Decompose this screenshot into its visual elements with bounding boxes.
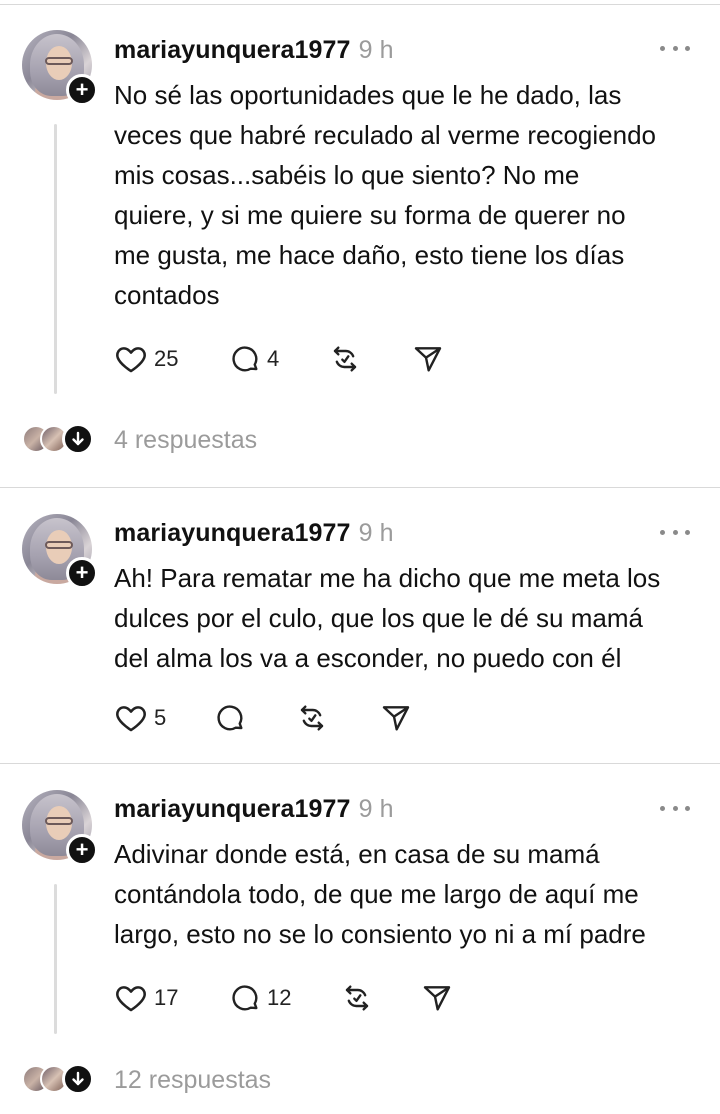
send-icon <box>382 706 410 731</box>
follow-plus-icon[interactable]: + <box>66 834 98 866</box>
like-button[interactable]: 5 <box>114 700 214 736</box>
thread-line <box>54 884 57 1034</box>
like-button[interactable]: 25 <box>114 341 229 377</box>
username[interactable]: mariayunquera1977 9 h <box>114 519 394 548</box>
post-text: No sé las oportunidades que le he dado, … <box>114 80 657 310</box>
comment-button[interactable] <box>214 700 296 736</box>
share-button[interactable] <box>380 700 420 736</box>
replies-count-link[interactable]: 12 respuestas <box>114 1066 271 1095</box>
post-divider <box>0 763 720 764</box>
comment-bubble-icon <box>232 985 258 1011</box>
comment-count: 4 <box>267 346 280 371</box>
like-count: 17 <box>154 985 179 1010</box>
more-dots-icon[interactable] <box>660 527 690 537</box>
heart-icon <box>116 986 146 1012</box>
post-time: 9 h <box>358 519 394 547</box>
share-button[interactable] <box>412 341 452 377</box>
like-button[interactable]: 17 <box>114 980 229 1016</box>
username-text[interactable]: mariayunquera1977 <box>114 519 351 547</box>
username-text[interactable]: mariayunquera1977 <box>114 36 351 64</box>
top-divider <box>0 4 720 5</box>
replies-row[interactable] <box>22 419 94 459</box>
comment-button[interactable]: 4 <box>229 341 329 377</box>
reply-avatars <box>22 1062 94 1096</box>
comment-count: 12 <box>267 985 292 1010</box>
replies-count-link[interactable]: 4 respuestas <box>114 426 257 455</box>
repost-icon <box>333 346 357 372</box>
arrow-down-icon <box>62 1063 94 1095</box>
repost-button[interactable] <box>296 700 380 736</box>
comment-bubble-icon <box>217 705 243 731</box>
post-text: Ah! Para rematar me ha dicho que me meta… <box>114 563 661 673</box>
more-dots-icon[interactable] <box>660 43 690 53</box>
post-time: 9 h <box>358 36 394 64</box>
share-button[interactable] <box>421 980 461 1016</box>
post-divider <box>0 487 720 488</box>
reply-avatars <box>22 422 94 456</box>
more-dots-icon[interactable] <box>660 803 690 813</box>
arrow-down-icon <box>62 423 94 455</box>
repost-button[interactable] <box>329 341 412 377</box>
repost-icon <box>345 985 369 1011</box>
replies-row[interactable] <box>22 1059 94 1099</box>
heart-icon <box>116 347 146 373</box>
follow-plus-icon[interactable]: + <box>66 557 98 589</box>
post-actions: 25 4 <box>114 341 452 377</box>
username-text[interactable]: mariayunquera1977 <box>114 795 351 823</box>
follow-plus-icon[interactable]: + <box>66 74 98 106</box>
comment-button[interactable]: 12 <box>229 980 341 1016</box>
heart-icon <box>116 706 146 732</box>
username[interactable]: mariayunquera1977 9 h <box>114 795 394 824</box>
send-icon <box>414 347 442 372</box>
repost-button[interactable] <box>341 980 421 1016</box>
repost-icon <box>300 705 324 731</box>
username[interactable]: mariayunquera1977 9 h <box>114 36 394 65</box>
like-count: 5 <box>154 705 167 730</box>
post-text: Adivinar donde está, en casa de su mamá … <box>114 839 646 949</box>
like-count: 25 <box>154 346 179 371</box>
comment-bubble-icon <box>232 346 258 372</box>
send-icon <box>423 986 451 1011</box>
thread-line <box>54 124 57 394</box>
post-time: 9 h <box>358 795 394 823</box>
post-actions: 17 12 <box>114 980 461 1016</box>
post-actions: 5 <box>114 700 420 736</box>
